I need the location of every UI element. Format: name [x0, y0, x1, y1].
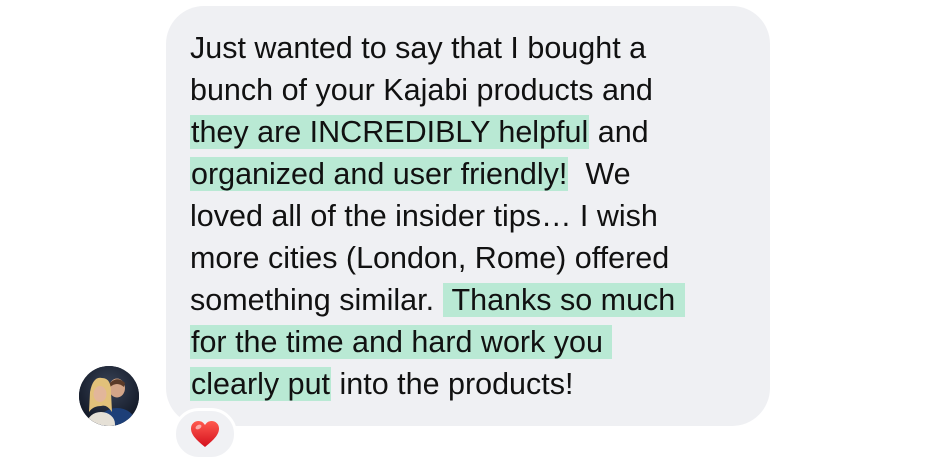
message-line: more cities (London, Rome) offered	[190, 237, 669, 279]
highlighted-text: clearly put	[190, 367, 332, 401]
highlighted-text: for the time and hard work you	[190, 325, 613, 359]
message-text: more cities (London, Rome) offered	[190, 241, 670, 275]
highlighted-text: they are INCREDIBLY helpful	[190, 115, 590, 149]
highlighted-text: Thanks so much	[442, 283, 685, 317]
reaction-badge[interactable]	[173, 408, 237, 460]
message-line: for the time and hard work you	[190, 321, 613, 363]
avatar[interactable]	[79, 366, 139, 426]
message-text: loved all of the insider tips… I wish	[190, 199, 658, 233]
profile-photo	[79, 366, 139, 426]
message-text: something similar.	[190, 283, 443, 317]
message-text: into the products!	[331, 367, 574, 401]
message-text: We	[568, 157, 631, 191]
message-line: bunch of your Kajabi products and	[190, 69, 653, 111]
message-line: clearly put into the products!	[190, 363, 573, 405]
message-text: and	[589, 115, 649, 149]
message-line: loved all of the insider tips… I wish	[190, 195, 658, 237]
message-line: Just wanted to say that I bought a	[190, 27, 646, 69]
heart-icon	[191, 421, 219, 447]
message-line: organized and user friendly! We	[190, 153, 631, 195]
message-line: something similar. Thanks so much	[190, 279, 685, 321]
message-line: they are INCREDIBLY helpful and	[190, 111, 649, 153]
message-text: Just wanted to say that I bought a	[190, 31, 647, 65]
highlighted-text: organized and user friendly!	[190, 157, 569, 191]
message-text: bunch of your Kajabi products and	[190, 73, 653, 107]
